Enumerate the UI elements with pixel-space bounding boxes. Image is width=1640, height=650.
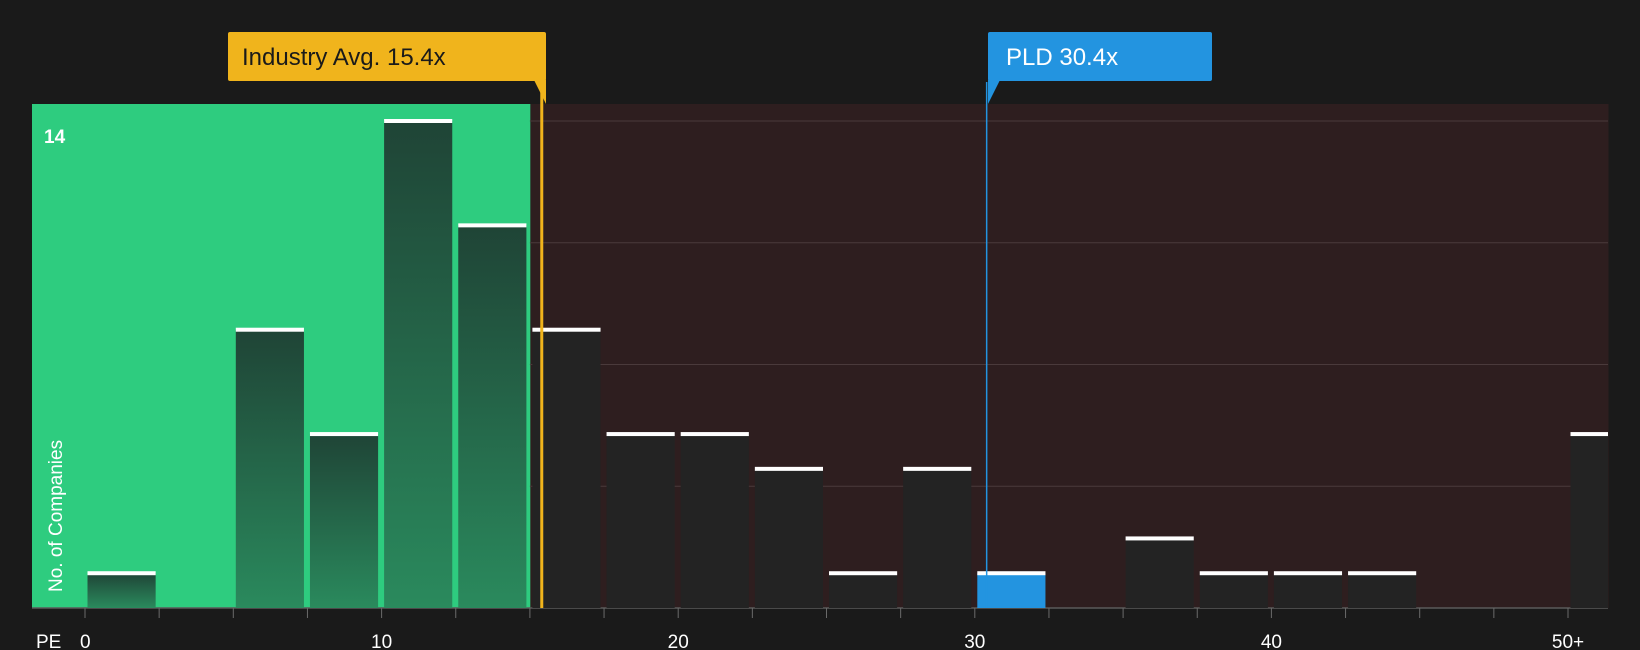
histogram-bar — [1273, 573, 1343, 608]
histogram-bar-cap — [1199, 571, 1268, 576]
histogram-bar — [1570, 434, 1608, 608]
histogram-bar — [606, 434, 675, 608]
x-tick-label: 50+ — [1552, 632, 1584, 650]
histogram-bar — [235, 329, 304, 608]
histogram-bar — [1125, 538, 1194, 608]
histogram-bar — [384, 121, 453, 608]
histogram-bar — [829, 573, 898, 608]
histogram-bar-cap — [903, 466, 972, 471]
histogram-bar-cap — [1348, 571, 1417, 576]
histogram-bar-cap — [87, 571, 156, 576]
histogram-bar-cap — [384, 119, 453, 123]
x-tick-label: 30 — [964, 632, 985, 650]
x-tick-label: 0 — [80, 632, 91, 650]
histogram-bar — [903, 468, 972, 608]
histogram-bar — [680, 434, 749, 608]
histogram-bar — [309, 434, 379, 608]
histogram-bar-cap — [1570, 432, 1608, 437]
histogram-bar — [1348, 573, 1417, 608]
histogram-bar — [87, 573, 156, 608]
industry-avg-label: Industry Avg. 15.4x — [242, 44, 446, 71]
histogram-bar — [754, 468, 823, 608]
x-tick-label: 10 — [371, 632, 392, 650]
histogram-bar-cap — [754, 466, 823, 471]
histogram-bar-cap — [606, 432, 675, 437]
x-tick-label: 40 — [1261, 632, 1282, 650]
pe-histogram-chart: PE No. of Companies 0 10 20 30 40 50+ 14 Indus… — [0, 0, 1640, 650]
histogram-bar-cap — [1125, 536, 1194, 541]
x-tick-label: 20 — [668, 632, 689, 650]
y-axis-title: No. of Companies — [46, 440, 67, 592]
histogram-bar-cap — [458, 223, 527, 228]
histogram-bar-cap — [309, 432, 379, 437]
histogram-bar — [458, 225, 527, 608]
histogram-bar-cap — [829, 571, 898, 576]
histogram-bar — [977, 573, 1046, 608]
x-axis-title: PE — [36, 632, 61, 650]
histogram-bar-cap — [1273, 571, 1343, 576]
histogram-bar-cap — [977, 571, 1046, 576]
y-tick-label: 14 — [44, 127, 66, 148]
company-label: PLD 30.4x — [1006, 44, 1118, 71]
histogram-bar-cap — [235, 327, 304, 332]
histogram-bar — [1199, 573, 1268, 608]
histogram-bar-cap — [680, 432, 749, 437]
